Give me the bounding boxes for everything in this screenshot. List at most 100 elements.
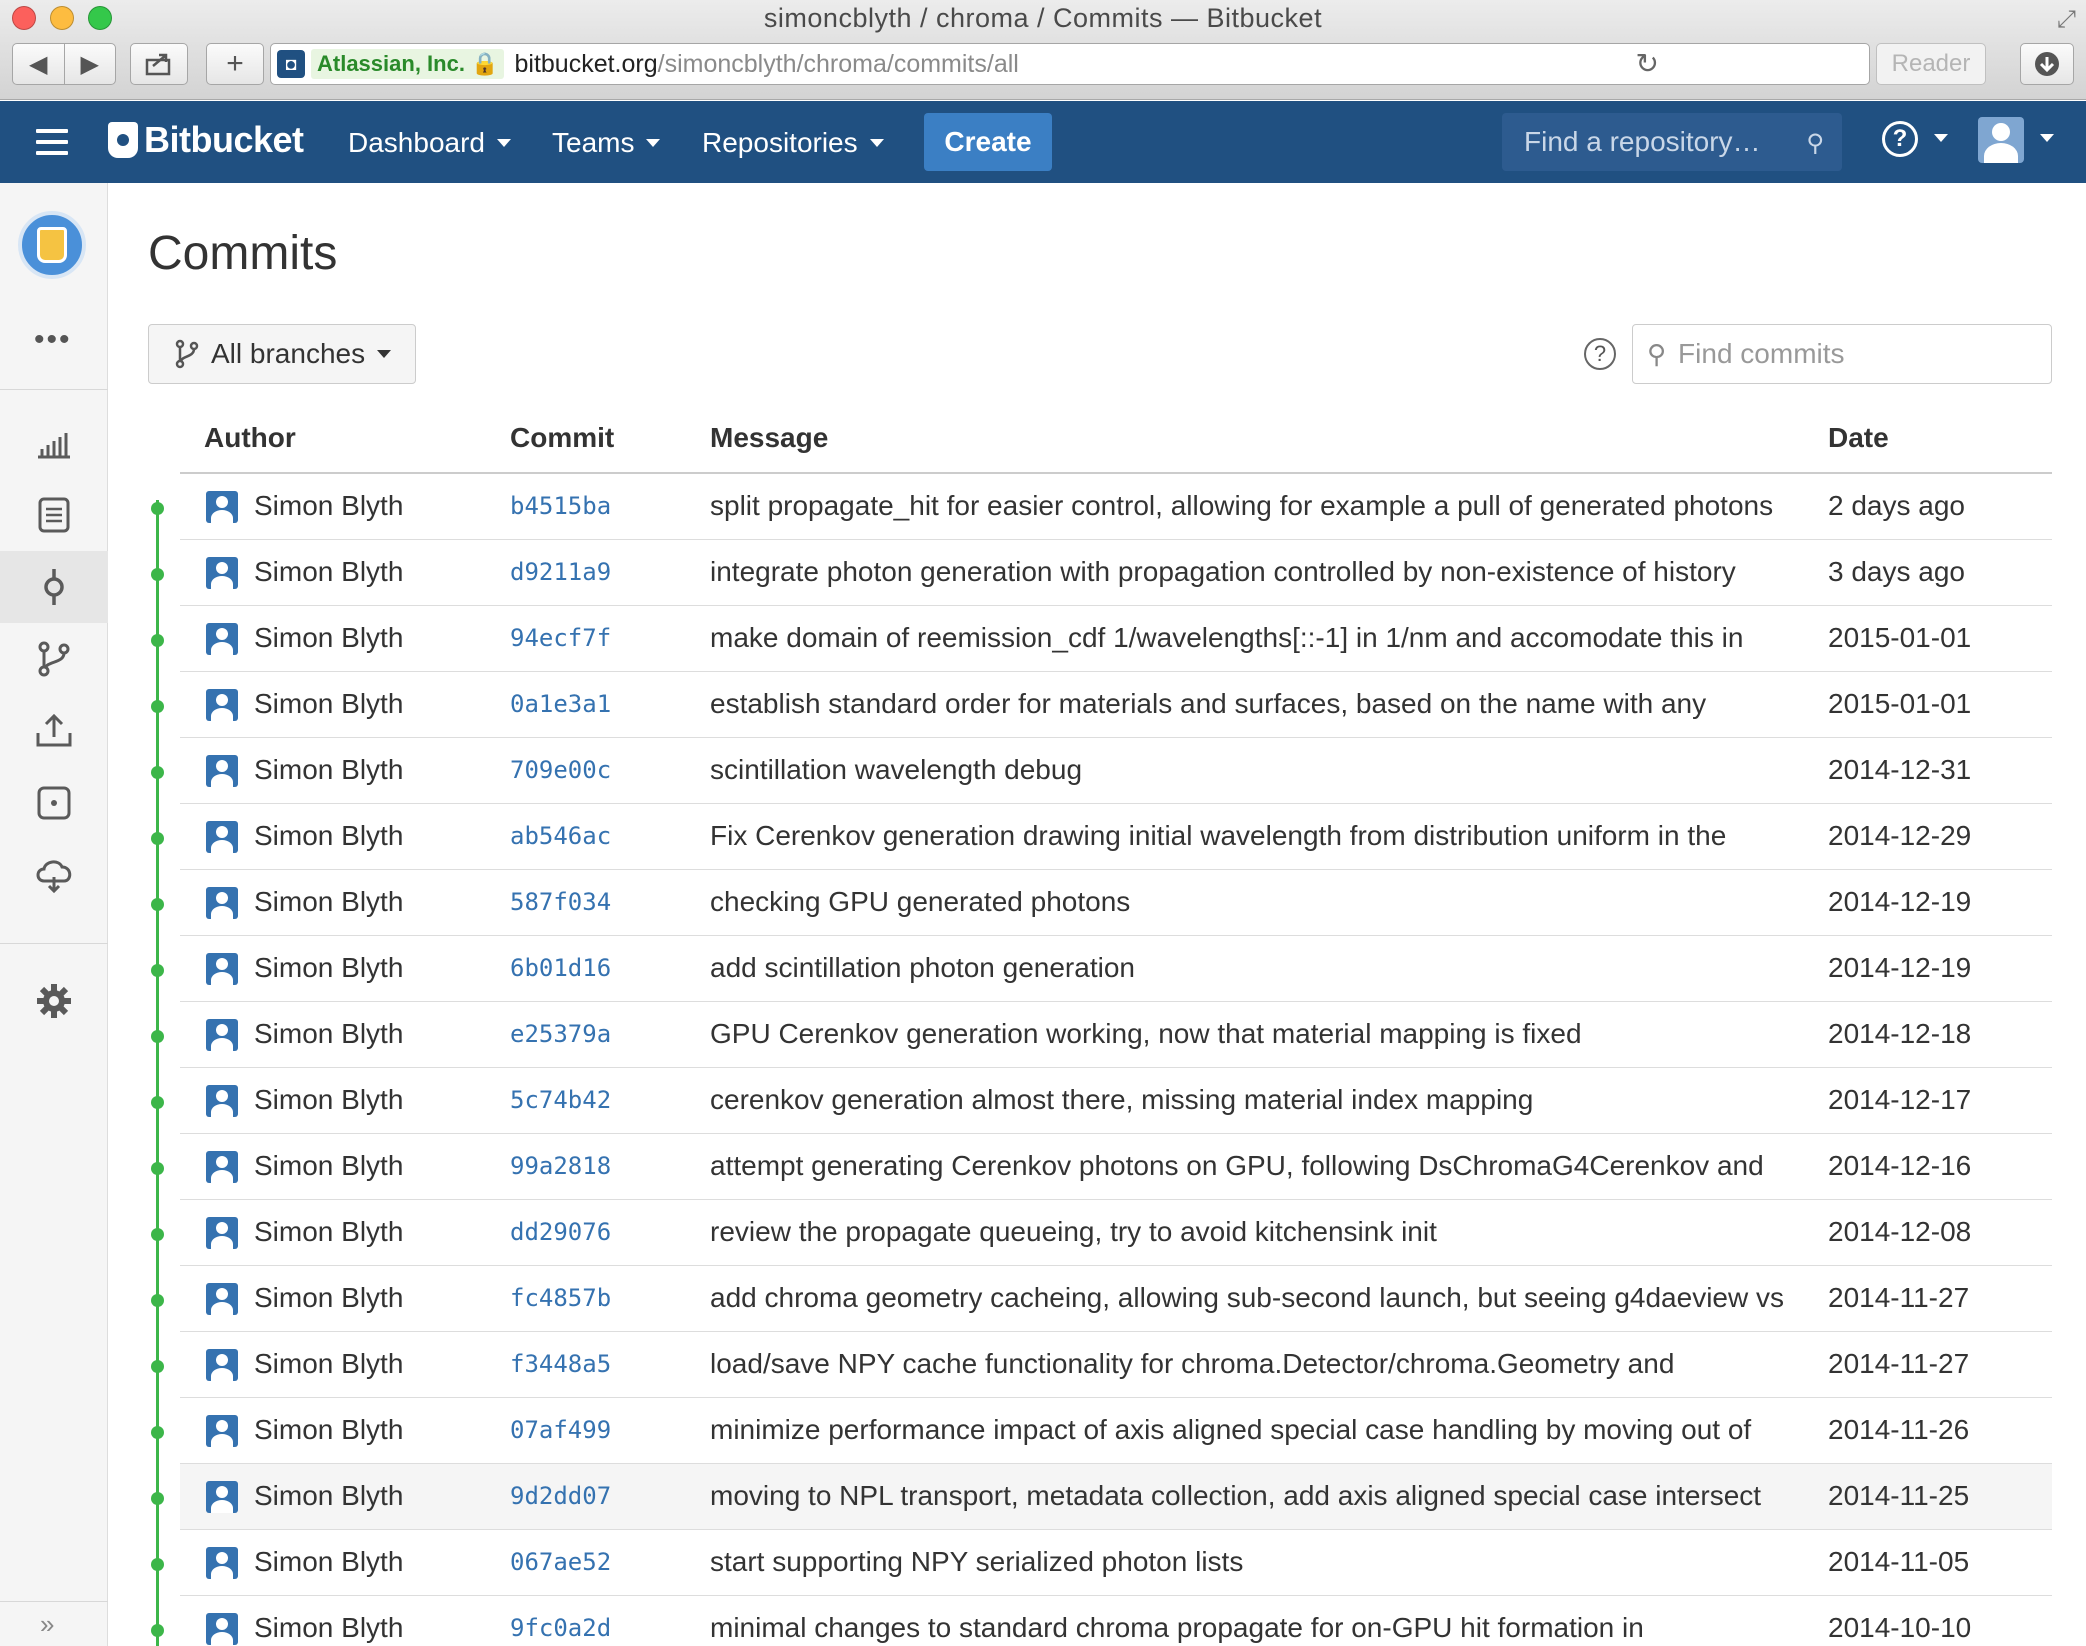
branch-filter-dropdown[interactable]: All branches: [148, 324, 416, 384]
commit-hash-link[interactable]: 0a1e3a1: [510, 690, 611, 718]
author-avatar[interactable]: [206, 1019, 238, 1051]
author-avatar[interactable]: [206, 1481, 238, 1513]
sidebar-item-overview[interactable]: [0, 407, 108, 479]
commit-author[interactable]: Simon Blyth: [254, 556, 403, 588]
commit-message[interactable]: scintillation wavelength debug: [710, 754, 1810, 786]
commit-hash-link[interactable]: b4515ba: [510, 492, 611, 520]
downloads-button[interactable]: [2020, 43, 2074, 85]
commit-message[interactable]: GPU Cerenkov generation working, now tha…: [710, 1018, 1810, 1050]
commit-author[interactable]: Simon Blyth: [254, 1282, 403, 1314]
commit-hash-link[interactable]: 07af499: [510, 1416, 611, 1444]
address-bar[interactable]: ◘ Atlassian, Inc. 🔒 bitbucket.org/simonc…: [270, 43, 1870, 85]
fullscreen-icon[interactable]: ⤢: [2057, 6, 2076, 34]
commit-author[interactable]: Simon Blyth: [254, 688, 403, 720]
table-row[interactable]: Simon Blyth e25379a GPU Cerenkov generatio…: [0, 1002, 2086, 1068]
commit-hash-link[interactable]: fc4857b: [510, 1284, 611, 1312]
table-row[interactable]: Simon Blyth fc4857b add chroma geometry ca…: [0, 1266, 2086, 1332]
repository-avatar[interactable]: [18, 211, 86, 279]
commit-message[interactable]: split propagate_hit for easier control, …: [710, 490, 1810, 522]
commit-message[interactable]: moving to NPL transport, metadata collec…: [710, 1480, 1810, 1512]
commit-hash-link[interactable]: 94ecf7f: [510, 624, 611, 652]
table-row[interactable]: Simon Blyth b4515ba split propagate_hit fo…: [0, 474, 2086, 540]
commit-author[interactable]: Simon Blyth: [254, 886, 403, 918]
commit-author[interactable]: Simon Blyth: [254, 1612, 403, 1644]
commit-message[interactable]: integrate photon generation with propaga…: [710, 556, 1810, 588]
commit-author[interactable]: Simon Blyth: [254, 820, 403, 852]
commit-author[interactable]: Simon Blyth: [254, 952, 403, 984]
bitbucket-logo[interactable]: Bitbucket: [108, 119, 304, 161]
author-avatar[interactable]: [206, 887, 238, 919]
commit-message[interactable]: minimize performance impact of axis alig…: [710, 1414, 1810, 1446]
new-tab-button[interactable]: +: [206, 43, 264, 85]
ev-certificate-badge[interactable]: Atlassian, Inc. 🔒: [311, 49, 505, 79]
commit-hash-link[interactable]: 587f034: [510, 888, 611, 916]
commit-message[interactable]: start supporting NPY serialized photon l…: [710, 1546, 1810, 1578]
nav-repositories[interactable]: Repositories: [702, 127, 884, 159]
table-row[interactable]: Simon Blyth 07af499 minimize performance i…: [0, 1398, 2086, 1464]
help-icon[interactable]: ?: [1882, 121, 1918, 157]
commit-hash-link[interactable]: 99a2818: [510, 1152, 611, 1180]
commit-hash-link[interactable]: e25379a: [510, 1020, 611, 1048]
commit-author[interactable]: Simon Blyth: [254, 622, 403, 654]
table-row[interactable]: Simon Blyth 6b01d16 add scintillation phot…: [0, 936, 2086, 1002]
commit-hash-link[interactable]: 9fc0a2d: [510, 1614, 611, 1642]
commit-hash-link[interactable]: 9d2dd07: [510, 1482, 611, 1510]
commit-message[interactable]: attempt generating Cerenkov photons on G…: [710, 1150, 1810, 1182]
chevron-down-icon[interactable]: [1934, 134, 1948, 142]
reader-button[interactable]: Reader: [1876, 43, 1986, 85]
author-avatar[interactable]: [206, 557, 238, 589]
commit-author[interactable]: Simon Blyth: [254, 1480, 403, 1512]
commit-message[interactable]: add chroma geometry cacheing, allowing s…: [710, 1282, 1810, 1314]
table-row[interactable]: Simon Blyth 709e00c scintillation waveleng…: [0, 738, 2086, 804]
commit-author[interactable]: Simon Blyth: [254, 490, 403, 522]
table-row[interactable]: Simon Blyth d9211a9 integrate photon gener…: [0, 540, 2086, 606]
author-avatar[interactable]: [206, 1151, 238, 1183]
table-row[interactable]: Simon Blyth 9d2dd07 moving to NPL transpor…: [0, 1464, 2086, 1530]
author-avatar[interactable]: [206, 1283, 238, 1315]
table-row[interactable]: Simon Blyth ab546ac Fix Cerenkov generatio…: [0, 804, 2086, 870]
table-row[interactable]: Simon Blyth 5c74b42 cerenkov generation al…: [0, 1068, 2086, 1134]
commit-message[interactable]: cerenkov generation almost there, missin…: [710, 1084, 1810, 1116]
author-avatar[interactable]: [206, 1217, 238, 1249]
commit-author[interactable]: Simon Blyth: [254, 1546, 403, 1578]
share-button[interactable]: [130, 43, 188, 85]
commit-message[interactable]: checking GPU generated photons: [710, 886, 1810, 918]
author-avatar[interactable]: [206, 1415, 238, 1447]
author-avatar[interactable]: [206, 689, 238, 721]
table-row[interactable]: Simon Blyth 94ecf7f make domain of reemiss…: [0, 606, 2086, 672]
repository-search-input[interactable]: Find a repository… ⚲: [1502, 113, 1842, 171]
user-avatar[interactable]: [1978, 117, 2024, 163]
commit-hash-link[interactable]: 709e00c: [510, 756, 611, 784]
author-avatar[interactable]: [206, 623, 238, 655]
author-avatar[interactable]: [206, 1547, 238, 1579]
commit-hash-link[interactable]: ab546ac: [510, 822, 611, 850]
chevron-down-icon[interactable]: [2040, 134, 2054, 142]
reload-icon[interactable]: ↻: [1636, 44, 1659, 86]
author-avatar[interactable]: [206, 1085, 238, 1117]
table-row[interactable]: Simon Blyth 0a1e3a1 establish standard ord…: [0, 672, 2086, 738]
commit-author[interactable]: Simon Blyth: [254, 1018, 403, 1050]
commit-hash-link[interactable]: f3448a5: [510, 1350, 611, 1378]
commit-message[interactable]: Fix Cerenkov generation drawing initial …: [710, 820, 1810, 852]
nav-dashboard[interactable]: Dashboard: [348, 127, 511, 159]
author-avatar[interactable]: [206, 491, 238, 523]
commit-author[interactable]: Simon Blyth: [254, 1150, 403, 1182]
commit-message[interactable]: make domain of reemission_cdf 1/waveleng…: [710, 622, 1810, 654]
author-avatar[interactable]: [206, 755, 238, 787]
commit-hash-link[interactable]: d9211a9: [510, 558, 611, 586]
commit-author[interactable]: Simon Blyth: [254, 1414, 403, 1446]
table-row[interactable]: Simon Blyth 99a2818 attempt generating Cer…: [0, 1134, 2086, 1200]
commit-author[interactable]: Simon Blyth: [254, 1084, 403, 1116]
commit-message[interactable]: establish standard order for materials a…: [710, 688, 1810, 720]
commit-message[interactable]: minimal changes to standard chroma propa…: [710, 1612, 1810, 1644]
commit-message[interactable]: load/save NPY cache functionality for ch…: [710, 1348, 1810, 1380]
find-commits-input[interactable]: ⚲ Find commits: [1632, 324, 2052, 384]
table-row[interactable]: Simon Blyth f3448a5 load/save NPY cache fu…: [0, 1332, 2086, 1398]
commit-hash-link[interactable]: 6b01d16: [510, 954, 611, 982]
author-avatar[interactable]: [206, 1349, 238, 1381]
forward-icon[interactable]: ▶: [65, 50, 116, 79]
commit-hash-link[interactable]: 067ae52: [510, 1548, 611, 1576]
commit-hash-link[interactable]: dd29076: [510, 1218, 611, 1246]
back-icon[interactable]: ◀: [13, 50, 64, 79]
commit-author[interactable]: Simon Blyth: [254, 1348, 403, 1380]
